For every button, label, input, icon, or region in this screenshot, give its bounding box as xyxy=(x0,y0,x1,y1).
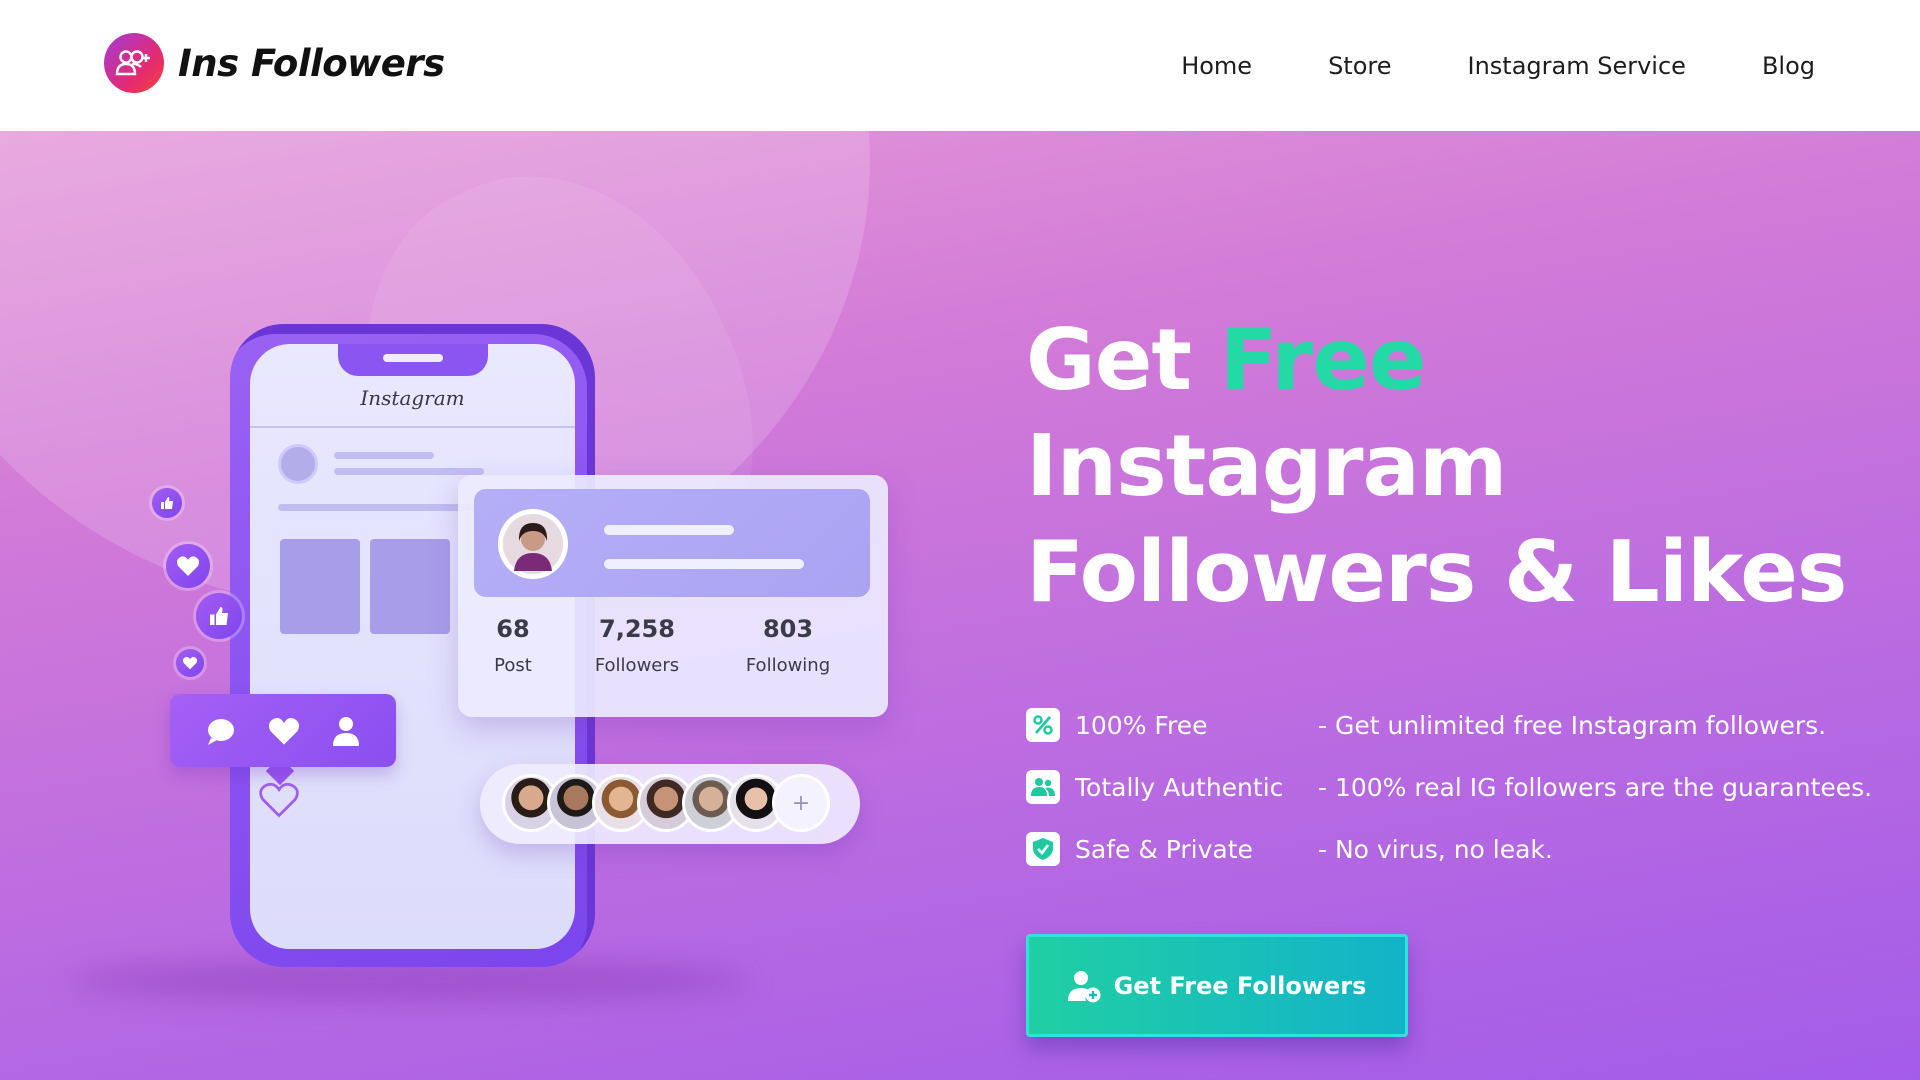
nav-item-blog[interactable]: Blog xyxy=(1762,52,1815,80)
followers-avatar-strip: + xyxy=(480,764,860,844)
text-placeholder xyxy=(334,452,434,459)
add-user-group-icon xyxy=(104,33,164,93)
percent-icon xyxy=(1026,708,1060,742)
text-placeholder xyxy=(334,468,484,475)
feature-description: - No virus, no leak. xyxy=(1318,834,1553,864)
stat-following: 803 Following xyxy=(723,615,853,676)
text-placeholder xyxy=(278,504,478,511)
image-placeholder xyxy=(280,539,360,634)
feature-item: Safe & Private - No virus, no leak. xyxy=(1026,818,1906,880)
phone-notch xyxy=(338,344,488,376)
heart-icon xyxy=(176,649,204,677)
get-free-followers-button[interactable]: Get Free Followers xyxy=(1026,934,1408,1037)
brand-name: Ins Followers xyxy=(178,41,445,85)
headline-line: Instagram xyxy=(1026,417,1507,516)
nav-item-store[interactable]: Store xyxy=(1328,52,1391,80)
heart-icon xyxy=(166,544,210,588)
add-user-icon xyxy=(1067,970,1101,1002)
thumbs-up-icon xyxy=(196,593,242,639)
site-header: Ins Followers Home Store Instagram Servi… xyxy=(0,0,1920,131)
nav-item-instagram-service[interactable]: Instagram Service xyxy=(1468,52,1686,80)
brand-logo[interactable]: Ins Followers xyxy=(104,33,445,93)
instagram-wordmark: Instagram xyxy=(360,386,465,410)
stat-label: Followers xyxy=(594,655,680,676)
feature-item: Totally Authentic - 100% real IG followe… xyxy=(1026,756,1906,818)
stat-value: 68 xyxy=(496,615,530,643)
feature-description: - 100% real IG followers are the guarant… xyxy=(1318,772,1873,802)
hero-section: Instagram 68 Post 7,258 Followers 803 Fo… xyxy=(0,131,1920,1080)
nav-item-home[interactable]: Home xyxy=(1181,52,1252,80)
cta-label: Get Free Followers xyxy=(1113,971,1367,1000)
stat-posts: 68 Post xyxy=(448,615,578,676)
users-icon xyxy=(1026,770,1060,804)
stat-label: Following xyxy=(745,655,831,676)
avatar-placeholder xyxy=(278,444,318,484)
feature-title: Totally Authentic xyxy=(1075,772,1284,802)
action-bar xyxy=(170,694,396,767)
profile-card: 68 Post 7,258 Followers 803 Following xyxy=(458,475,888,717)
profile-card-header xyxy=(474,489,870,597)
feature-title: 100% Free xyxy=(1075,710,1208,740)
headline-accent: Free xyxy=(1219,311,1427,410)
headline-word: Get xyxy=(1026,311,1192,410)
feature-title: Safe & Private xyxy=(1075,834,1253,864)
stat-value: 7,258 xyxy=(599,615,675,643)
feature-list: 100% Free - Get unlimited free Instagram… xyxy=(1026,694,1906,880)
stat-value: 803 xyxy=(762,615,814,643)
feature-description: - Get unlimited free Instagram followers… xyxy=(1318,710,1827,740)
main-nav: Home Store Instagram Service Blog xyxy=(1105,0,1815,131)
comment-icon xyxy=(208,718,234,745)
avatar xyxy=(498,509,568,579)
more-followers-icon: + xyxy=(772,774,830,832)
headline-line: Followers & Likes xyxy=(1026,523,1847,622)
shield-check-icon xyxy=(1026,832,1060,866)
image-placeholder xyxy=(370,539,450,634)
text-placeholder xyxy=(604,559,804,569)
stat-followers: 7,258 Followers xyxy=(572,615,702,676)
heart-icon xyxy=(268,717,300,745)
text-placeholder xyxy=(604,525,734,535)
divider xyxy=(250,426,575,428)
phone-shadow xyxy=(70,961,750,1001)
user-icon xyxy=(333,716,359,746)
stat-label: Post xyxy=(494,655,532,676)
feature-item: 100% Free - Get unlimited free Instagram… xyxy=(1026,694,1906,756)
thumbs-up-icon xyxy=(152,488,182,518)
heart-outline-icon xyxy=(259,782,299,818)
hero-headline: Get Free Instagram Followers & Likes xyxy=(1026,308,1886,626)
